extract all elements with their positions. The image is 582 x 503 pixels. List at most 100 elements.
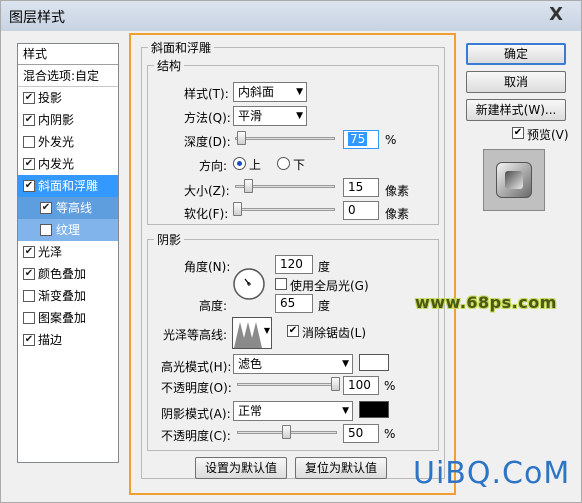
shadow-opacity-label: 不透明度(C): bbox=[161, 429, 231, 443]
blend-options-item[interactable]: 混合选项:自定 bbox=[18, 65, 118, 87]
antialias-label[interactable]: 消除锯齿(L) bbox=[302, 324, 366, 341]
soften-slider-thumb[interactable] bbox=[233, 202, 242, 216]
highlight-opacity-thumb[interactable] bbox=[331, 377, 340, 391]
altitude-input[interactable]: 65 bbox=[275, 294, 313, 313]
style-list-item[interactable]: ✔ 斜面和浮雕 bbox=[18, 175, 118, 197]
style-list-item[interactable]: ✔ 投影 bbox=[18, 87, 118, 109]
style-label: 样式(T): bbox=[184, 87, 229, 101]
shadow-opacity-thumb[interactable] bbox=[282, 425, 291, 439]
highlight-color-swatch[interactable] bbox=[359, 354, 389, 371]
style-list-item-label: 图案叠加 bbox=[38, 311, 87, 325]
angle-dial[interactable] bbox=[232, 267, 266, 301]
size-label: 大小(Z): bbox=[184, 184, 230, 198]
technique-select[interactable]: 平滑 ▼ bbox=[233, 106, 307, 126]
angle-input[interactable]: 120 bbox=[275, 255, 313, 274]
style-list-item[interactable]: 外发光 bbox=[18, 131, 118, 153]
reset-default-button[interactable]: 复位为默认值 bbox=[295, 457, 387, 479]
shadow-color-swatch[interactable] bbox=[359, 401, 389, 418]
style-list-item[interactable]: 纹理 bbox=[18, 219, 118, 241]
style-list-item[interactable]: ✔ 描边 bbox=[18, 329, 118, 351]
shadow-mode-select[interactable]: 正常 ▼ bbox=[233, 401, 353, 421]
soften-slider[interactable] bbox=[235, 208, 335, 211]
soften-label: 软化(F): bbox=[184, 207, 229, 221]
style-list-item[interactable]: ✔ 内发光 bbox=[18, 153, 118, 175]
style-enable-checkbox[interactable] bbox=[40, 224, 52, 236]
style-list-item-label: 颜色叠加 bbox=[38, 267, 87, 281]
highlight-opacity-unit: % bbox=[384, 379, 396, 393]
global-light-label[interactable]: 使用全局光(G) bbox=[290, 277, 369, 294]
highlight-mode-label: 高光模式(H): bbox=[161, 360, 232, 374]
dropdown-arrow-icon: ▼ bbox=[296, 87, 303, 97]
style-list-item[interactable]: ✔ 颜色叠加 bbox=[18, 263, 118, 285]
style-list-item[interactable]: 图案叠加 bbox=[18, 307, 118, 329]
make-default-button[interactable]: 设置为默认值 bbox=[195, 457, 287, 479]
dropdown-arrow-icon: ▼ bbox=[296, 111, 303, 121]
highlight-opacity-label: 不透明度(O): bbox=[161, 381, 232, 395]
style-enable-checkbox[interactable]: ✔ bbox=[23, 158, 35, 170]
style-list-item-label: 纹理 bbox=[56, 223, 81, 237]
preview-checkbox[interactable]: ✔ bbox=[512, 127, 524, 139]
style-list-item-label: 外发光 bbox=[38, 135, 75, 149]
bevel-emboss-title: 斜面和浮雕 bbox=[151, 41, 212, 55]
direction-down-label[interactable]: 下 bbox=[293, 156, 305, 173]
style-list-item[interactable]: 渐变叠加 bbox=[18, 285, 118, 307]
style-list-item[interactable]: ✔ 内阴影 bbox=[18, 109, 118, 131]
layer-style-dialog: 图层样式 X 样式 混合选项:自定 ✔ 投影 ✔ 内阴影 外发光 ✔ 内发光 ✔ 斜面和浮雕 ✔ 等… bbox=[0, 0, 582, 503]
depth-slider-thumb[interactable] bbox=[237, 131, 246, 145]
structure-title: 结构 bbox=[157, 59, 182, 73]
style-list: 样式 混合选项:自定 ✔ 投影 ✔ 内阴影 外发光 ✔ 内发光 ✔ 斜面和浮雕 ✔ 等高线 纹理 ✔ 光泽… bbox=[17, 43, 119, 463]
shadow-opacity-input[interactable]: 50 bbox=[343, 424, 379, 443]
cancel-button[interactable]: 取消 bbox=[466, 71, 566, 93]
style-list-item-label: 斜面和浮雕 bbox=[38, 179, 99, 193]
depth-label: 深度(D): bbox=[184, 135, 231, 149]
style-enable-checkbox[interactable]: ✔ bbox=[23, 114, 35, 126]
size-slider-thumb[interactable] bbox=[244, 179, 253, 193]
preview-swatch-inner bbox=[505, 171, 523, 189]
style-enable-checkbox[interactable]: ✔ bbox=[23, 246, 35, 258]
style-list-item-label: 渐变叠加 bbox=[38, 289, 87, 303]
soften-unit: 像素 bbox=[385, 207, 410, 221]
depth-unit: % bbox=[385, 133, 397, 147]
direction-up-label[interactable]: 上 bbox=[249, 156, 261, 173]
style-enable-checkbox[interactable]: ✔ bbox=[23, 334, 35, 346]
preview-label[interactable]: 预览(V) bbox=[527, 126, 569, 143]
highlight-mode-select[interactable]: 滤色 ▼ bbox=[233, 354, 353, 374]
title-bar: 图层样式 X bbox=[1, 1, 581, 31]
style-list-item-label: 光泽 bbox=[38, 245, 63, 259]
new-style-button[interactable]: 新建样式(W)... bbox=[466, 99, 566, 121]
soften-input[interactable]: 0 bbox=[343, 201, 379, 220]
style-enable-checkbox[interactable] bbox=[23, 136, 35, 148]
dialog-title: 图层样式 bbox=[9, 10, 65, 26]
style-list-item-label: 内阴影 bbox=[38, 113, 75, 127]
depth-input[interactable]: 75 bbox=[343, 130, 379, 149]
style-enable-checkbox[interactable]: ✔ bbox=[23, 92, 35, 104]
style-list-item[interactable]: ✔ 光泽 bbox=[18, 241, 118, 263]
direction-down-radio[interactable] bbox=[277, 157, 290, 170]
ok-button[interactable]: 确定 bbox=[466, 43, 566, 65]
shadow-mode-label: 阴影模式(A): bbox=[161, 407, 231, 421]
shadow-opacity-unit: % bbox=[384, 427, 396, 441]
highlight-opacity-slider[interactable] bbox=[237, 383, 337, 386]
highlight-opacity-input[interactable]: 100 bbox=[343, 376, 379, 395]
size-input[interactable]: 15 bbox=[343, 178, 379, 197]
style-enable-checkbox[interactable] bbox=[23, 312, 35, 324]
style-enable-checkbox[interactable] bbox=[23, 290, 35, 302]
style-enable-checkbox[interactable]: ✔ bbox=[23, 268, 35, 280]
size-unit: 像素 bbox=[385, 184, 410, 198]
global-light-checkbox[interactable] bbox=[275, 278, 287, 290]
style-enable-checkbox[interactable]: ✔ bbox=[40, 202, 52, 214]
direction-up-radio[interactable] bbox=[233, 157, 246, 170]
gloss-contour-preview bbox=[234, 318, 262, 348]
watermark-68ps: www.68ps.com bbox=[415, 293, 557, 312]
watermark-uibq: UiBQ.CoM bbox=[413, 456, 571, 491]
antialias-checkbox[interactable]: ✔ bbox=[287, 325, 299, 337]
gloss-contour-picker[interactable]: ▼ bbox=[232, 317, 272, 349]
style-list-header[interactable]: 样式 bbox=[18, 44, 118, 65]
bevel-style-select[interactable]: 内斜面 ▼ bbox=[233, 82, 307, 102]
depth-slider[interactable] bbox=[235, 137, 335, 140]
style-list-item-label: 内发光 bbox=[38, 157, 75, 171]
contour-arrow-icon: ▼ bbox=[263, 326, 270, 335]
style-enable-checkbox[interactable]: ✔ bbox=[23, 180, 35, 192]
close-icon[interactable]: X bbox=[549, 4, 563, 25]
style-list-item[interactable]: ✔ 等高线 bbox=[18, 197, 118, 219]
